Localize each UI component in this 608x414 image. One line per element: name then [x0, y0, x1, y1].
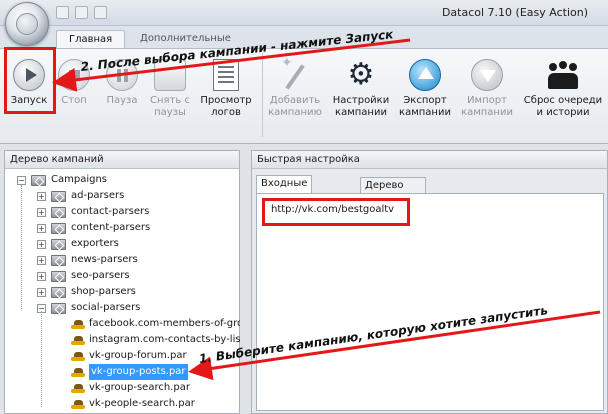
campaign-file-icon	[71, 349, 85, 363]
campaign-tree-title: Дерево кампаний	[5, 151, 239, 169]
folder-icon	[51, 223, 66, 234]
folder-icon	[51, 255, 66, 266]
tree-item-label: content-parsers	[71, 222, 151, 233]
folder-icon	[51, 303, 66, 314]
arrow-down-icon	[471, 59, 503, 91]
quick-settings-title: Быстрая настройка	[252, 151, 607, 169]
title-bar: Datacol 7.10 (Easy Action)	[0, 0, 608, 26]
globe-icon	[16, 13, 38, 35]
campaign-settings-label: Настройки кампании	[332, 95, 390, 118]
export-campaign-label: Экспорт кампании	[399, 95, 451, 118]
unpause-label: Снять с паузы	[150, 95, 190, 118]
tree-item-label: vk-group-forum.par	[89, 350, 187, 361]
tree-root-campaigns[interactable]: − Campaigns	[5, 172, 239, 188]
folder-icon	[51, 207, 66, 218]
input-url-highlight	[262, 198, 410, 226]
export-campaign-button[interactable]: Экспорт кампании	[396, 55, 454, 131]
arrow-up-icon	[409, 59, 441, 91]
tree-item-label: social-parsers	[71, 302, 141, 313]
quick-access-toolbar	[56, 6, 107, 19]
gear-icon: ⚙	[347, 57, 375, 92]
quick-settings-panel: Быстрая настройка Входные данные Дерево …	[251, 150, 608, 414]
campaign-settings-button[interactable]: ⚙ Настройки кампании	[330, 55, 392, 131]
tree-item-label: vk-group-search.par	[89, 382, 190, 393]
start-button-highlight	[4, 47, 56, 114]
expand-icon[interactable]: +	[37, 256, 46, 265]
tree-item-label: news-parsers	[71, 254, 138, 265]
tree-folder-exporters[interactable]: + exporters	[5, 236, 239, 252]
campaign-tree: − Campaigns + ad-parsers + contact-parsers + co…	[5, 169, 243, 412]
tree-item-label: Campaigns	[51, 174, 108, 185]
qat-button[interactable]	[94, 6, 107, 19]
campaign-file-icon	[71, 381, 85, 395]
tab-input-data[interactable]: Входные данные	[256, 175, 313, 204]
tree-item-label: contact-parsers	[71, 206, 150, 217]
tree-connector	[21, 185, 22, 309]
view-logs-button[interactable]: Просмотр логов	[198, 55, 254, 131]
pause-label: Пауза	[106, 95, 138, 106]
ribbon-group-separator	[262, 53, 263, 137]
campaign-tree-panel: Дерево кампаний − Campaigns + ad-parsers + co…	[4, 150, 243, 414]
tree-item-label: seo-parsers	[71, 270, 130, 281]
tree-item-label: shop-parsers	[71, 286, 136, 297]
tree-item-label: exporters	[71, 238, 119, 249]
people-icon	[547, 59, 579, 91]
tree-folder-news-parsers[interactable]: + news-parsers	[5, 252, 239, 268]
view-logs-label: Просмотр логов	[200, 95, 252, 118]
folder-icon	[51, 271, 66, 282]
expand-icon[interactable]: +	[37, 240, 46, 249]
tree-folder-seo-parsers[interactable]: + seo-parsers	[5, 268, 239, 284]
unpause-button[interactable]: Снять с паузы	[146, 55, 194, 131]
reset-queue-label: Сброс очереди и истории	[523, 95, 603, 118]
magic-wand-icon	[279, 57, 311, 91]
folder-icon	[31, 175, 46, 186]
window-title: Datacol 7.10 (Easy Action)	[441, 6, 588, 19]
tree-folder-ad-parsers[interactable]: + ad-parsers	[5, 188, 239, 204]
qat-button[interactable]	[75, 6, 88, 19]
expand-icon[interactable]: +	[37, 208, 46, 217]
import-campaign-label: Импорт кампании	[461, 95, 513, 118]
folder-icon	[51, 287, 66, 298]
import-campaign-button[interactable]: Импорт кампании	[458, 55, 516, 131]
reset-queue-button[interactable]: Сброс очереди и истории	[520, 55, 606, 131]
tree-item-label: vk-people-search.par	[89, 398, 195, 409]
tree-item-label: instagram.com-contacts-by-lis	[89, 334, 241, 345]
expand-icon[interactable]: +	[37, 288, 46, 297]
tree-folder-content-parsers[interactable]: + content-parsers	[5, 220, 239, 236]
expand-icon[interactable]: +	[37, 192, 46, 201]
folder-icon	[51, 191, 66, 202]
add-campaign-label: Добавить кампанию	[268, 95, 322, 118]
stop-label: Стоп	[61, 95, 87, 106]
tree-item-label: facebook.com-members-of-gro	[89, 318, 244, 329]
folder-icon	[51, 239, 66, 250]
campaign-file-icon	[71, 317, 85, 331]
tree-item-label: vk-group-posts.par	[89, 364, 188, 380]
expand-icon[interactable]: +	[37, 224, 46, 233]
tab-main[interactable]: Главная	[56, 30, 126, 48]
app-menu-orb[interactable]	[5, 2, 49, 46]
tree-folder-contact-parsers[interactable]: + contact-parsers	[5, 204, 239, 220]
tree-folder-shop-parsers[interactable]: + shop-parsers	[5, 284, 239, 300]
tab-quick-settings-tree[interactable]: Дерево быстрой настройки	[360, 177, 426, 221]
campaign-file-icon	[71, 397, 85, 411]
collapse-icon[interactable]: −	[17, 176, 26, 185]
campaign-file-icon	[71, 365, 85, 379]
qat-button[interactable]	[56, 6, 69, 19]
add-campaign-button[interactable]: Добавить кампанию	[266, 55, 324, 131]
tree-connector	[41, 311, 42, 407]
panel-splitter[interactable]	[240, 150, 251, 414]
log-document-icon	[213, 59, 239, 91]
expand-icon[interactable]: +	[37, 272, 46, 281]
tree-item-label: ad-parsers	[71, 190, 125, 201]
campaign-file-icon	[71, 333, 85, 347]
